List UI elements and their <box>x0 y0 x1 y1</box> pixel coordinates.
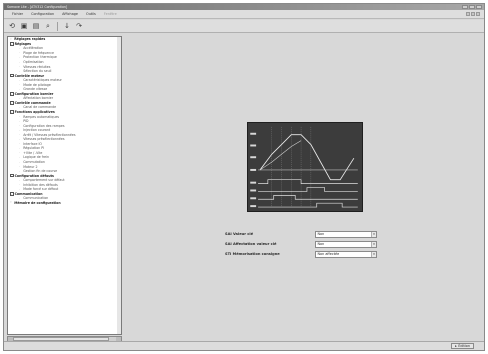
tree-node-icon: · <box>19 86 20 91</box>
tree-node-icon: · <box>19 82 20 87</box>
tree-node-icon: ◦ <box>10 36 12 41</box>
tree-node-icon: · <box>19 141 20 146</box>
setpoint-memory-select[interactable]: Non affectée ▾ <box>315 251 377 258</box>
tree-node-icon: · <box>19 186 20 191</box>
tree-node-icon: · <box>19 104 20 109</box>
tree-node-icon: · <box>19 145 20 150</box>
collapse-toggle-icon[interactable]: - <box>10 101 14 105</box>
tree-node-icon: · <box>19 195 20 200</box>
tree-node-icon: · <box>19 114 20 119</box>
tree-node-icon: · <box>19 159 20 164</box>
collapse-toggle-icon[interactable]: - <box>10 92 14 96</box>
doc-minimize-button[interactable] <box>466 12 470 16</box>
minimize-button[interactable] <box>462 5 468 9</box>
tree-node-icon: · <box>19 150 20 155</box>
toolbar: ⟲ ▣ ▤ ⌕ ↓ ↷ <box>4 20 484 33</box>
tree-node-icon: · <box>19 59 20 64</box>
collapse-toggle-icon[interactable]: - <box>10 173 14 178</box>
tree-node-icon: · <box>19 68 20 73</box>
select-value: Non <box>317 232 325 236</box>
menu-fichier[interactable]: Fichier <box>8 12 27 16</box>
tree-node-icon: · <box>19 136 20 141</box>
mode-label: Édition <box>458 344 470 348</box>
tree-rows: ◦ Réglages rapides - Réglages · Accélération ·… <box>8 37 121 205</box>
window-controls <box>462 5 482 9</box>
document-window-controls <box>466 12 480 16</box>
doc-restore-button[interactable] <box>471 12 475 16</box>
tree-group[interactable]: ◦ Mémoire de configuration <box>8 201 121 206</box>
param-row-key-assignment: SAI Affectation valeur clé Non ▾ <box>225 240 385 249</box>
save-icon[interactable]: ▣ <box>19 21 29 31</box>
tree-node-icon: · <box>19 50 20 55</box>
mode-indicator: ▸ Édition <box>451 343 474 349</box>
tree-node-icon: · <box>19 132 20 137</box>
tree-node-icon: ◦ <box>10 200 12 205</box>
open-folder-icon[interactable]: ⟲ <box>7 21 17 31</box>
param-label: STI Mémorisation consigne <box>225 252 280 256</box>
tree-node-icon: · <box>19 164 20 169</box>
select-value: Non affectée <box>317 252 340 256</box>
select-value: Non <box>317 242 325 246</box>
collapse-toggle-icon[interactable]: - <box>10 110 14 114</box>
tree-node-icon: · <box>19 168 20 173</box>
tree-node-icon: · <box>19 154 20 159</box>
tree-node-icon: · <box>19 45 20 50</box>
timing-diagram <box>247 122 363 212</box>
tree-node-icon: · <box>19 177 20 182</box>
menu-bar: Fichier Configuration Affichage Outils F… <box>4 10 484 19</box>
param-row-setpoint-memory: STI Mémorisation consigne Non affectée ▾ <box>225 250 385 259</box>
status-bar: ▸ Édition <box>4 341 484 350</box>
chevron-down-icon[interactable]: ▾ <box>371 242 376 247</box>
doc-close-button[interactable] <box>476 12 480 16</box>
collapse-toggle-icon[interactable]: - <box>10 192 14 196</box>
arrow-down-icon[interactable]: ↓ <box>62 21 72 31</box>
tree-node-icon: · <box>19 123 20 128</box>
navigation-tree[interactable]: ◦ Réglages rapides - Réglages · Accélération ·… <box>7 36 122 335</box>
maximize-button[interactable] <box>469 5 475 9</box>
zoom-icon[interactable]: ⌕ <box>43 21 53 31</box>
collapse-toggle-icon[interactable]: - <box>10 73 14 78</box>
tree-node-icon: · <box>19 118 20 123</box>
chevron-down-icon[interactable]: ▾ <box>371 252 376 257</box>
tree-item-label: Mémoire de configuration <box>14 200 61 205</box>
menu-fenetre[interactable]: Fenêtre <box>100 12 121 16</box>
chevron-down-icon[interactable]: ▾ <box>371 232 376 237</box>
tree-node-icon: · <box>19 127 20 132</box>
tree-node-icon: · <box>19 64 20 69</box>
tree-node-icon: · <box>19 95 20 100</box>
tree-node-icon: · <box>19 54 20 59</box>
menu-outils[interactable]: Outils <box>82 12 100 16</box>
menu-configuration[interactable]: Configuration <box>27 12 58 16</box>
parameter-panel: SAI Valeur clé Non ▾ SAI Affectation val… <box>125 36 483 343</box>
tree-node-icon: · <box>19 77 20 82</box>
tree-vertical-scrollbar[interactable] <box>117 37 121 334</box>
help-icon[interactable]: ↷ <box>74 21 84 31</box>
menu-affichage[interactable]: Affichage <box>58 12 82 16</box>
close-button[interactable] <box>476 5 482 9</box>
toolbar-separator <box>57 21 58 31</box>
edit-icon: ▸ <box>455 344 457 348</box>
param-row-key-value: SAI Valeur clé Non ▾ <box>225 230 385 239</box>
app-window: Somove Lite - [ATV312 Configuration] Fic… <box>3 3 485 351</box>
param-label: SAI Valeur clé <box>225 232 254 236</box>
collapse-toggle-icon[interactable]: - <box>10 42 14 46</box>
window-title: Somove Lite - [ATV312 Configuration] <box>7 4 68 9</box>
print-icon[interactable]: ▤ <box>31 21 41 31</box>
key-assignment-select[interactable]: Non ▾ <box>315 241 377 248</box>
key-value-select[interactable]: Non ▾ <box>315 231 377 238</box>
param-label: SAI Affectation valeur clé <box>225 242 277 246</box>
tree-node-icon: · <box>19 182 20 187</box>
